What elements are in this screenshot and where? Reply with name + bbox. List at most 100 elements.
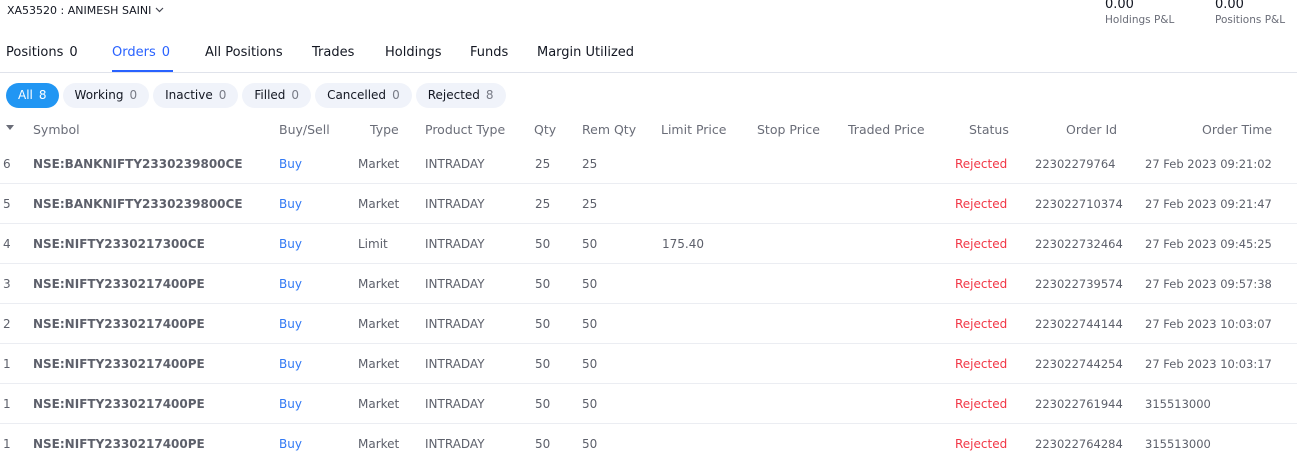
cell-symbol: NSE:BANKNIFTY2330239800CE [33,157,243,171]
filter-filled[interactable]: Filled 0 [242,83,312,108]
filter-rejected[interactable]: Rejected 8 [415,83,506,108]
filter-count: 0 [129,88,138,102]
tab-funds[interactable]: Funds [470,36,508,72]
cell-rem-qty: 50 [582,357,598,371]
holdings-pnl-label: Holdings P&L [1105,14,1175,26]
tab-trades[interactable]: Trades [312,36,354,72]
col-header-status[interactable]: Status [969,122,1009,137]
cell-order-time: 27 Feb 2023 10:03:07 [1145,317,1272,331]
row-index: 1 [3,397,11,411]
col-header-order-id[interactable]: Order Id [1066,122,1117,137]
cell-rem-qty: 50 [582,317,598,331]
orders-table-header: Symbol Buy/Sell Type Product Type Qty Re… [0,118,1297,143]
cell-qty: 50 [535,357,551,371]
positions-pnl-value: 0.00 [1215,0,1244,12]
tab-orders[interactable]: Orders 0 [112,36,173,72]
cell-status: Rejected [955,357,1008,371]
col-header-rem-qty[interactable]: Rem Qty [582,122,636,137]
col-header-qty[interactable]: Qty [534,122,556,137]
cell-type: Limit [358,237,388,251]
cell-product: INTRADAY [425,277,485,291]
cell-product: INTRADAY [425,157,485,171]
row-index: 5 [3,197,11,211]
cell-order-time: 27 Feb 2023 09:45:25 [1145,237,1272,251]
tab-margin-utilized[interactable]: Margin Utilized [537,36,634,72]
col-header-type[interactable]: Type [370,122,399,137]
cell-side: Buy [279,197,302,211]
cell-product: INTRADAY [425,197,485,211]
cell-status: Rejected [955,237,1008,251]
cell-qty: 50 [535,277,551,291]
cell-symbol: NSE:NIFTY2330217400PE [33,437,205,451]
cell-order-time: 27 Feb 2023 10:03:17 [1145,357,1272,371]
cell-product: INTRADAY [425,357,485,371]
col-header-traded-price[interactable]: Traded Price [848,122,925,137]
cell-side: Buy [279,317,302,331]
cell-type: Market [358,357,400,371]
table-row[interactable]: 5 NSE:BANKNIFTY2330239800CE Buy Market I… [0,184,1297,224]
cell-type: Market [358,437,400,451]
cell-order-id: 223022761944 [1035,397,1123,411]
tab-label: Orders [112,45,156,60]
cell-symbol: NSE:NIFTY2330217400PE [33,397,205,411]
cell-symbol: NSE:NIFTY2330217400PE [33,317,205,331]
filter-label: Cancelled [327,88,387,102]
cell-rem-qty: 50 [582,437,598,451]
filter-cancelled[interactable]: Cancelled 0 [315,83,412,108]
sort-arrow-down-icon[interactable] [6,124,14,133]
row-index: 4 [3,237,11,251]
table-row[interactable]: 1 NSE:NIFTY2330217400PE Buy Market INTRA… [0,424,1297,464]
cell-type: Market [358,397,400,411]
holdings-pnl-value: 0.00 [1105,0,1134,12]
cell-order-time: 27 Feb 2023 09:57:38 [1145,277,1272,291]
col-header-symbol[interactable]: Symbol [33,122,80,137]
tab-count: 0 [161,45,170,60]
cell-type: Market [358,277,400,291]
tab-holdings[interactable]: Holdings [385,36,441,72]
cell-order-id: 223022710374 [1035,197,1123,211]
cell-side: Buy [279,277,302,291]
orders-table-body: 6 NSE:BANKNIFTY2330239800CE Buy Market I… [0,144,1297,464]
table-row[interactable]: 2 NSE:NIFTY2330217400PE Buy Market INTRA… [0,304,1297,344]
cell-rem-qty: 50 [582,237,598,251]
tab-all-positions[interactable]: All Positions [205,36,283,72]
order-status-filters: All 8 Working 0 Inactive 0 Filled 0 Cancelle… [6,83,506,108]
cell-rem-qty: 50 [582,277,598,291]
filter-inactive[interactable]: Inactive 0 [153,83,239,108]
col-header-stop-price[interactable]: Stop Price [757,122,820,137]
filter-all[interactable]: All 8 [6,83,59,108]
filter-count: 0 [291,88,300,102]
cell-product: INTRADAY [425,317,485,331]
tab-label: Positions [6,45,64,60]
table-row[interactable]: 4 NSE:NIFTY2330217300CE Buy Limit INTRAD… [0,224,1297,264]
table-row[interactable]: 3 NSE:NIFTY2330217400PE Buy Market INTRA… [0,264,1297,304]
cell-order-id: 22302279764 [1035,157,1116,171]
col-header-limit-price[interactable]: Limit Price [661,122,726,137]
cell-symbol: NSE:NIFTY2330217300CE [33,237,205,251]
chevron-down-icon [155,6,164,16]
row-index: 3 [3,277,11,291]
col-header-order-time[interactable]: Order Time [1202,122,1272,137]
col-header-product[interactable]: Product Type [425,122,505,137]
tab-positions[interactable]: Positions 0 [6,36,78,72]
filter-count: 0 [218,88,227,102]
cell-status: Rejected [955,277,1008,291]
tab-label: All Positions [205,45,283,60]
cell-order-id: 223022764284 [1035,437,1123,451]
cell-order-time: 315513000 [1145,437,1211,451]
filter-working[interactable]: Working 0 [62,83,150,108]
cell-side: Buy [279,237,302,251]
cell-order-id: 223022739574 [1035,277,1123,291]
cell-limit-price: 175.40 [662,237,704,251]
filter-label: Working [74,88,124,102]
col-header-side[interactable]: Buy/Sell [279,122,330,137]
cell-status: Rejected [955,157,1008,171]
cell-side: Buy [279,397,302,411]
cell-symbol: NSE:NIFTY2330217400PE [33,277,205,291]
table-row[interactable]: 6 NSE:BANKNIFTY2330239800CE Buy Market I… [0,144,1297,184]
account-selector[interactable]: XA53520 : ANIMESH SAINI [7,4,164,17]
table-row[interactable]: 1 NSE:NIFTY2330217400PE Buy Market INTRA… [0,344,1297,384]
cell-side: Buy [279,357,302,371]
cell-qty: 25 [535,157,551,171]
table-row[interactable]: 1 NSE:NIFTY2330217400PE Buy Market INTRA… [0,384,1297,424]
